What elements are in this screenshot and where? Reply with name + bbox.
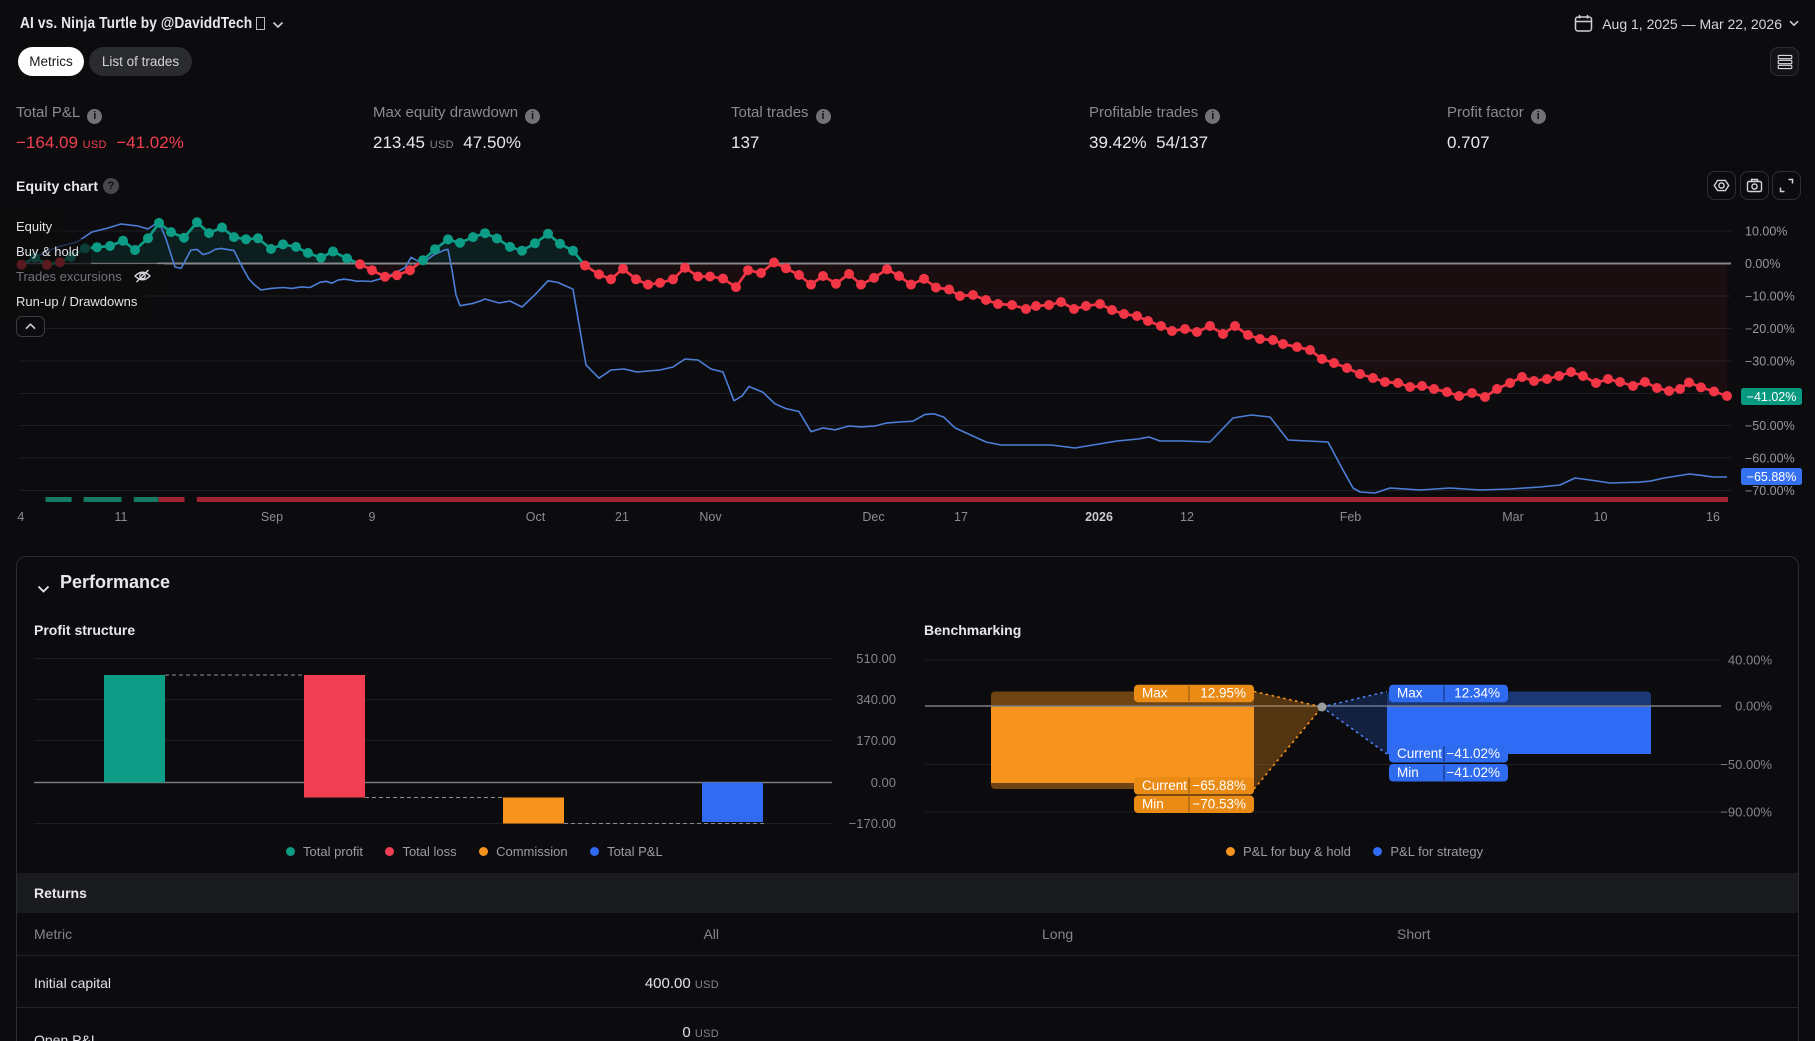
svg-text:−50.00%: −50.00% [1745,419,1795,433]
svg-text:−41.02%: −41.02% [1747,390,1797,404]
svg-text:11: 11 [115,510,128,524]
svg-text:−70.53%: −70.53% [1192,797,1246,812]
svg-text:−170.00: −170.00 [849,816,896,831]
svg-text:21: 21 [615,510,629,524]
svg-text:12.34%: 12.34% [1454,686,1500,701]
svg-text:−65.88%: −65.88% [1192,778,1246,793]
svg-text:Max: Max [1142,686,1168,701]
svg-text:9: 9 [369,510,376,524]
svg-text:Mar: Mar [1502,510,1524,524]
svg-text:17: 17 [954,510,968,524]
svg-text:0.00%: 0.00% [1745,257,1780,271]
svg-text:40.00%: 40.00% [1728,653,1773,668]
svg-text:−65.88%: −65.88% [1747,470,1797,484]
svg-text:340.00: 340.00 [856,692,896,707]
svg-text:Oct: Oct [526,510,546,524]
svg-text:−30.00%: −30.00% [1745,355,1795,369]
svg-text:2026: 2026 [1085,510,1113,524]
svg-text:10.00%: 10.00% [1745,225,1787,239]
svg-text:−90.00%: −90.00% [1720,805,1772,820]
svg-text:−10.00%: −10.00% [1745,290,1795,304]
svg-text:12.95%: 12.95% [1200,686,1246,701]
svg-text:Sep: Sep [261,510,283,524]
svg-text:Current: Current [1142,778,1187,793]
svg-text:0.00: 0.00 [871,775,896,790]
svg-text:Nov: Nov [699,510,722,524]
svg-text:Max: Max [1397,686,1423,701]
svg-text:510.00: 510.00 [856,651,896,666]
svg-text:−41.02%: −41.02% [1446,746,1500,761]
svg-text:−20.00%: −20.00% [1745,322,1795,336]
svg-text:Dec: Dec [862,510,884,524]
svg-text:16: 16 [1706,510,1720,524]
svg-text:Feb: Feb [1340,510,1362,524]
svg-text:170.00: 170.00 [856,733,896,748]
svg-text:−70.00%: −70.00% [1745,484,1795,498]
svg-text:12: 12 [1180,510,1194,524]
svg-text:Min: Min [1142,797,1164,812]
svg-text:0.00%: 0.00% [1735,699,1772,714]
svg-text:−41.02%: −41.02% [1446,765,1500,780]
svg-text:−50.00%: −50.00% [1720,757,1772,772]
svg-text:Current: Current [1397,746,1442,761]
svg-text:10: 10 [1594,510,1608,524]
svg-text:4: 4 [17,510,24,524]
svg-text:−60.00%: −60.00% [1745,452,1795,466]
svg-text:Min: Min [1397,765,1419,780]
